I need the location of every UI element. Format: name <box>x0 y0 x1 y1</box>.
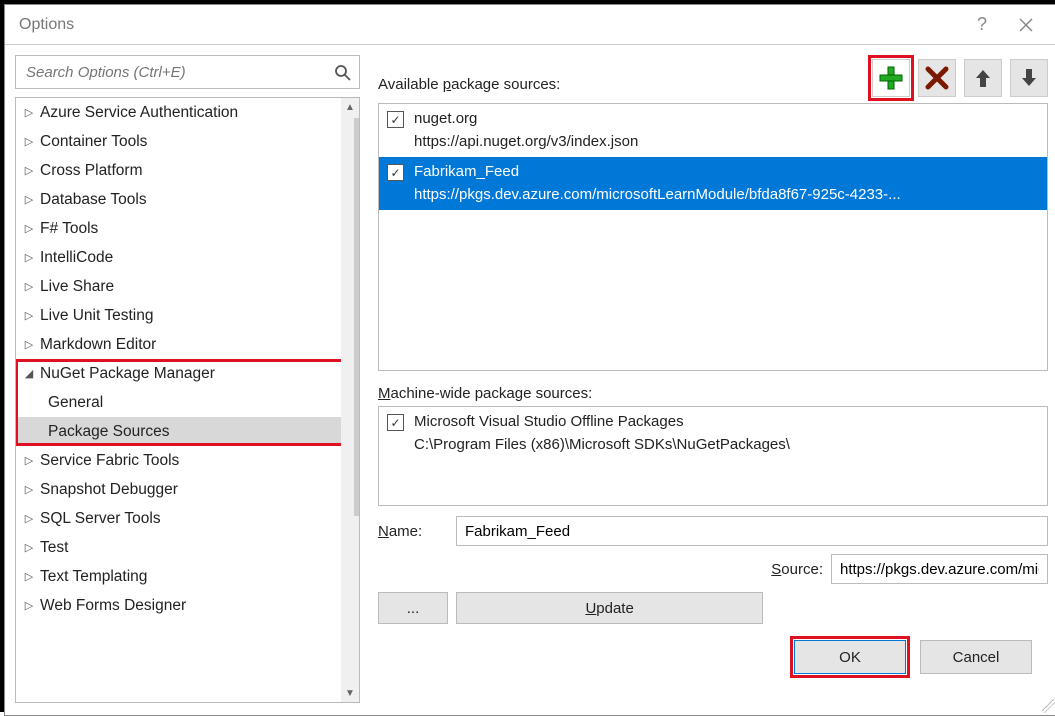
tree-node-label: Web Forms Designer <box>40 597 186 615</box>
expand-icon: ▷ <box>22 280 36 293</box>
expand-icon: ▷ <box>22 106 36 119</box>
tree-node-7[interactable]: ▷ Live Unit Testing <box>16 301 341 330</box>
machine-sources-list[interactable]: ✓ Microsoft Visual Studio Offline Package… <box>378 406 1048 506</box>
tree-node-1[interactable]: ▷ Container Tools <box>16 127 341 156</box>
source-url: https://api.nuget.org/v3/index.json <box>414 131 1041 154</box>
options-tree: ▷ Azure Service Authentication ▷ Container … <box>15 97 360 703</box>
expand-icon: ▷ <box>22 164 36 177</box>
browse-button[interactable]: ... <box>378 592 448 624</box>
resize-grip[interactable] <box>1042 699 1055 713</box>
update-button[interactable]: Update <box>456 592 763 624</box>
tree-node-b3[interactable]: ▷ Test <box>16 533 341 562</box>
expand-icon: ▷ <box>22 309 36 322</box>
scroll-down-icon[interactable]: ▼ <box>341 684 359 702</box>
source-item[interactable]: ✓ nuget.orghttps://api.nuget.org/v3/index… <box>379 104 1047 157</box>
tree-node-general[interactable]: General <box>16 388 341 417</box>
source-url: C:\Program Files (x86)\Microsoft SDKs\Nu… <box>414 434 1041 457</box>
source-checkbox[interactable]: ✓ <box>387 111 404 128</box>
expand-icon: ▷ <box>22 512 36 525</box>
remove-source-button[interactable] <box>918 59 956 97</box>
tree-node-b5[interactable]: ▷ Web Forms Designer <box>16 591 341 620</box>
tree-node-label: Live Share <box>40 278 114 296</box>
add-source-button[interactable] <box>872 59 910 97</box>
tree-node-label: Cross Platform <box>40 162 143 180</box>
expand-icon: ▷ <box>22 135 36 148</box>
expand-icon: ◢ <box>22 367 36 380</box>
tree-node-2[interactable]: ▷ Cross Platform <box>16 156 341 185</box>
titlebar: Options ? <box>5 5 1055 45</box>
source-input[interactable] <box>831 554 1048 584</box>
tree-node-b4[interactable]: ▷ Text Templating <box>16 562 341 591</box>
tree-node-5[interactable]: ▷ IntelliCode <box>16 243 341 272</box>
tree-node-package-sources[interactable]: Package Sources <box>16 417 341 446</box>
move-down-button[interactable] <box>1010 59 1048 97</box>
move-up-button[interactable] <box>964 59 1002 97</box>
tree-node-label: Database Tools <box>40 191 147 209</box>
expand-icon: ▷ <box>22 222 36 235</box>
expand-icon: ▷ <box>22 338 36 351</box>
search-input[interactable] <box>24 63 334 82</box>
close-button[interactable] <box>1004 6 1048 44</box>
arrow-up-icon <box>972 67 994 89</box>
tree-node-label: SQL Server Tools <box>40 510 161 528</box>
name-input[interactable] <box>456 516 1048 546</box>
tree-node-3[interactable]: ▷ Database Tools <box>16 185 341 214</box>
tree-node-nuget[interactable]: ◢ NuGet Package Manager <box>16 359 341 388</box>
source-item[interactable]: ✓ Fabrikam_Feedhttps://pkgs.dev.azure.com… <box>379 157 1047 210</box>
source-name: Microsoft Visual Studio Offline Packages <box>414 411 1041 434</box>
ok-button[interactable]: OK <box>794 640 906 674</box>
source-name: nuget.org <box>414 108 1041 131</box>
tree-node-label: IntelliCode <box>40 249 113 267</box>
arrow-down-icon <box>1018 67 1040 89</box>
tree-node-label: F# Tools <box>40 220 98 238</box>
tree-node-b2[interactable]: ▷ SQL Server Tools <box>16 504 341 533</box>
expand-icon: ▷ <box>22 251 36 264</box>
scroll-up-icon[interactable]: ▲ <box>341 98 359 116</box>
source-checkbox[interactable]: ✓ <box>387 164 404 181</box>
expand-icon: ▷ <box>22 193 36 206</box>
tree-node-8[interactable]: ▷ Markdown Editor <box>16 330 341 359</box>
expand-icon: ▷ <box>22 483 36 496</box>
tree-node-label: Markdown Editor <box>40 336 156 354</box>
plus-icon <box>878 65 904 91</box>
machine-sources-label: Machine-wide package sources: <box>378 385 1048 402</box>
tree-node-label: Live Unit Testing <box>40 307 153 325</box>
tree-scrollbar[interactable]: ▲ ▼ <box>341 98 359 702</box>
available-sources-list[interactable]: ✓ nuget.orghttps://api.nuget.org/v3/index… <box>378 103 1048 371</box>
name-label: Name: <box>378 523 448 540</box>
source-url: https://pkgs.dev.azure.com/microsoftLear… <box>414 184 1041 207</box>
tree-node-0[interactable]: ▷ Azure Service Authentication <box>16 98 341 127</box>
expand-icon: ▷ <box>22 599 36 612</box>
tree-node-label: Service Fabric Tools <box>40 452 179 470</box>
expand-icon: ▷ <box>22 570 36 583</box>
options-dialog: Options ? ▷Azure Service Authentication▷… <box>4 4 1055 716</box>
tree-node-6[interactable]: ▷ Live Share <box>16 272 341 301</box>
source-name: Fabrikam_Feed <box>414 161 1041 184</box>
source-item[interactable]: ✓ Microsoft Visual Studio Offline Package… <box>379 407 1047 460</box>
tree-node-b0[interactable]: ▷ Service Fabric Tools <box>16 446 341 475</box>
tree-node-label: Container Tools <box>40 133 147 151</box>
tree-node-label: Snapshot Debugger <box>40 481 178 499</box>
search-options[interactable] <box>15 55 360 89</box>
cancel-button[interactable]: Cancel <box>920 640 1032 674</box>
tree-node-label: Test <box>40 539 68 557</box>
help-button[interactable]: ? <box>960 6 1004 44</box>
tree-node-4[interactable]: ▷ F# Tools <box>16 214 341 243</box>
search-icon <box>334 64 351 81</box>
available-sources-label: Available package sources: <box>378 76 864 97</box>
tree-node-label: Text Templating <box>40 568 147 586</box>
source-checkbox[interactable]: ✓ <box>387 414 404 431</box>
expand-icon: ▷ <box>22 541 36 554</box>
x-icon <box>925 66 949 90</box>
source-label: Source: <box>771 561 823 578</box>
tree-node-label: Azure Service Authentication <box>40 104 238 122</box>
tree-nuget-group: ◢ NuGet Package Manager General Package … <box>16 359 341 446</box>
expand-icon: ▷ <box>22 454 36 467</box>
window-title: Options <box>19 16 960 34</box>
tree-node-b1[interactable]: ▷ Snapshot Debugger <box>16 475 341 504</box>
